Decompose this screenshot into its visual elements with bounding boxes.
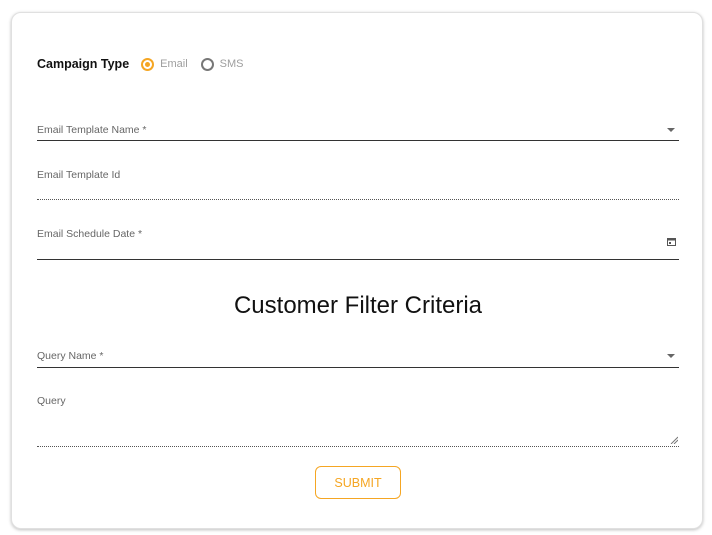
- query-name-select[interactable]: Query Name *: [37, 346, 679, 368]
- calendar-icon[interactable]: [667, 237, 676, 246]
- resize-handle-icon[interactable]: [670, 436, 678, 444]
- email-template-id-field[interactable]: Email Template Id: [37, 166, 679, 200]
- email-template-id-label: Email Template Id: [37, 169, 121, 181]
- email-schedule-date-label: Email Schedule Date *: [37, 228, 143, 240]
- query-textarea[interactable]: Query: [37, 392, 679, 447]
- query-label: Query: [37, 395, 66, 407]
- email-template-name-select[interactable]: Email Template Name *: [37, 120, 679, 141]
- radio-sms[interactable]: SMS: [200, 57, 244, 71]
- chevron-down-icon[interactable]: [667, 128, 675, 132]
- section-title: Customer Filter Criteria: [233, 292, 483, 319]
- campaign-type-row: Campaign Type Email SMS: [37, 56, 244, 72]
- radio-unchecked-icon[interactable]: [200, 57, 214, 71]
- query-name-label: Query Name *: [37, 350, 104, 362]
- radio-checked-icon[interactable]: [141, 57, 155, 71]
- submit-button[interactable]: SUBMIT: [315, 466, 401, 499]
- campaign-type-label: Campaign Type: [37, 57, 130, 71]
- radio-email[interactable]: Email: [141, 57, 188, 71]
- campaign-form-card: [11, 12, 703, 529]
- email-schedule-date-field[interactable]: Email Schedule Date *: [37, 225, 679, 260]
- radio-email-label[interactable]: Email: [160, 58, 188, 70]
- radio-sms-label[interactable]: SMS: [220, 58, 244, 70]
- chevron-down-icon[interactable]: [667, 354, 675, 358]
- email-template-name-label: Email Template Name *: [37, 124, 147, 136]
